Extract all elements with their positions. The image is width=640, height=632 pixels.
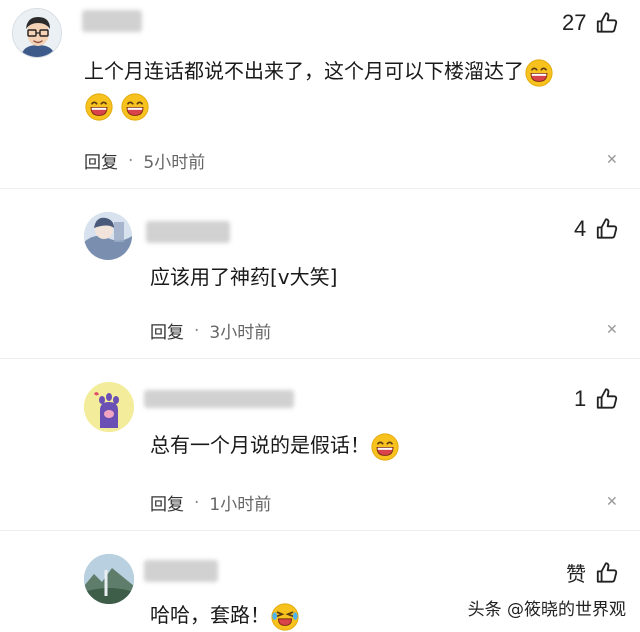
avatar[interactable] xyxy=(84,212,132,260)
comment-meta: 回复 · 3小时前 xyxy=(150,318,272,344)
separator: · xyxy=(194,320,200,341)
watermark: 头条 @筱晓的世界观 xyxy=(467,600,626,620)
comment-text: 总有一个月说的是假话！ xyxy=(150,428,400,462)
timestamp: 5小时前 xyxy=(143,153,206,173)
cartoon-man-avatar-icon xyxy=(13,9,61,57)
like-button[interactable]: 赞 xyxy=(566,558,620,587)
divider xyxy=(0,188,640,189)
username[interactable] xyxy=(144,560,218,582)
close-icon[interactable]: ✕ xyxy=(606,152,618,168)
comment-text-line: 哈哈，套路！ xyxy=(150,603,270,627)
grin-emoji-icon xyxy=(524,58,554,88)
divider xyxy=(0,530,640,531)
grin-emoji-icon xyxy=(120,92,150,122)
thumbs-up-icon xyxy=(594,216,620,242)
landscape-avatar-icon xyxy=(84,554,134,604)
reply-button[interactable]: 回复 xyxy=(150,318,184,343)
grin-emoji-icon xyxy=(370,432,400,462)
timestamp: 3小时前 xyxy=(209,323,272,343)
comment-text: 应该用了神药[v大笑] xyxy=(150,265,338,289)
cat-paw-avatar-icon xyxy=(84,382,134,432)
username[interactable] xyxy=(144,390,294,408)
anime-avatar-icon xyxy=(84,212,132,260)
username[interactable] xyxy=(146,221,230,243)
close-icon[interactable]: ✕ xyxy=(606,322,618,338)
like-count: 27 xyxy=(562,10,587,35)
like-count: 赞 xyxy=(566,564,586,586)
comment-text-line: 上个月连话都说不出来了，这个月可以下楼溜达了 xyxy=(84,59,524,83)
like-button[interactable]: 27 xyxy=(562,10,620,36)
close-icon[interactable]: ✕ xyxy=(606,494,618,510)
comment-meta: 回复 · 5小时前 xyxy=(84,148,206,174)
thumbs-up-icon xyxy=(594,386,620,412)
comment-text-line: 总有一个月说的是假话！ xyxy=(150,433,370,457)
thumbs-up-icon xyxy=(594,560,620,586)
divider xyxy=(0,358,640,359)
avatar[interactable] xyxy=(12,8,62,58)
separator: · xyxy=(128,150,134,171)
comment-meta: 回复 · 1小时前 xyxy=(150,490,272,516)
reply-button[interactable]: 回复 xyxy=(84,148,118,173)
username[interactable] xyxy=(82,10,142,32)
like-button[interactable]: 1 xyxy=(574,386,620,412)
separator: · xyxy=(194,492,200,513)
laugh-tears-emoji-icon xyxy=(270,602,300,632)
like-button[interactable]: 4 xyxy=(574,216,620,242)
timestamp: 1小时前 xyxy=(209,495,272,515)
like-count: 4 xyxy=(574,216,587,241)
like-count: 1 xyxy=(574,386,587,411)
grin-emoji-icon xyxy=(84,92,114,122)
avatar[interactable] xyxy=(84,554,134,604)
avatar[interactable] xyxy=(84,382,134,432)
reply-button[interactable]: 回复 xyxy=(150,490,184,515)
comment-text: 哈哈，套路！ xyxy=(150,598,300,632)
thumbs-up-icon xyxy=(594,10,620,36)
comment-text: 上个月连话都说不出来了，这个月可以下楼溜达了 xyxy=(84,54,624,122)
